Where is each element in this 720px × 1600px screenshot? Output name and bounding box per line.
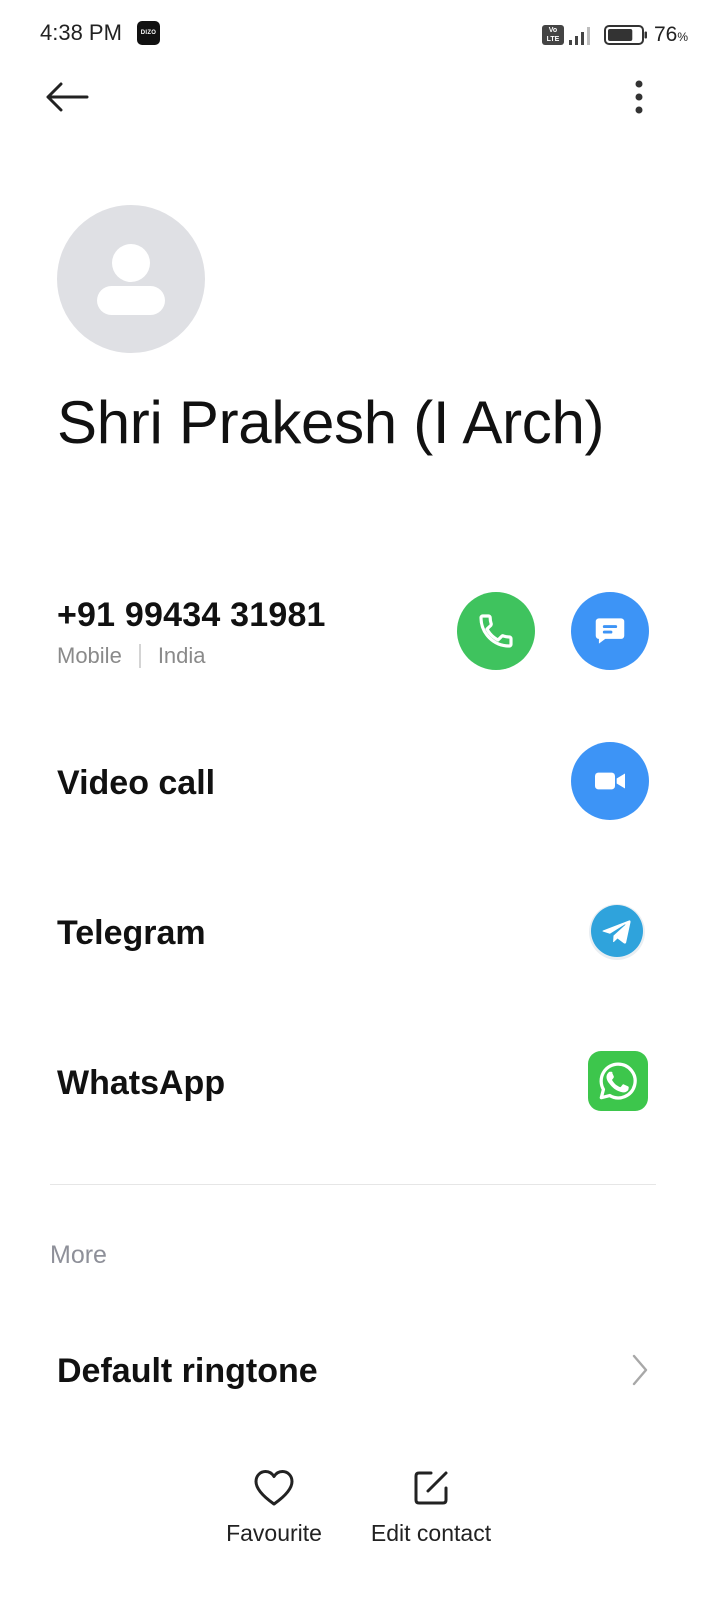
favourite-button[interactable]: Favourite [212,1466,336,1547]
signal-icon [568,27,590,45]
telegram-icon[interactable] [588,902,646,960]
whatsapp-button[interactable] [588,1051,648,1111]
phone-number[interactable]: +91 99434 31981 [57,596,326,635]
person-placeholder-icon [97,244,165,315]
default-ringtone-label[interactable]: Default ringtone [57,1352,318,1391]
phone-icon [479,614,513,648]
section-divider [50,1184,656,1185]
contact-avatar [57,205,205,353]
heart-icon [254,1470,294,1506]
favourite-label: Favourite [226,1520,322,1546]
back-button[interactable] [40,74,94,120]
whatsapp-label[interactable]: WhatsApp [57,1064,225,1103]
message-icon [595,618,625,644]
contact-name: Shri Prakesh (I Arch) [57,389,605,456]
dizo-app-icon: DIZO [137,21,160,45]
video-call-label[interactable]: Video call [57,764,215,803]
chevron-right-icon[interactable] [626,1352,654,1388]
arrow-left-icon [46,82,89,112]
more-section-header: More [50,1241,107,1269]
status-time: 4:38 PM [40,20,122,45]
more-vertical-icon [635,80,643,114]
status-indicators: Vo LTE 76% [541,22,688,48]
battery-percent: 76% [653,23,688,46]
phone-meta: Mobile India [57,643,206,669]
phone-type: Mobile [57,643,122,668]
whatsapp-icon [599,1062,637,1100]
edit-contact-button[interactable]: Edit contact [358,1466,504,1547]
video-camera-icon [595,772,625,790]
volte-icon: Vo LTE [541,25,564,45]
status-bar: 4:38 PM DIZO Vo LTE 76% [0,0,720,68]
edit-icon [414,1471,448,1505]
battery-icon [603,25,647,45]
edit-contact-label: Edit contact [370,1520,492,1546]
more-options-button[interactable] [616,74,662,120]
call-button[interactable] [457,592,535,670]
video-call-button[interactable] [571,742,649,820]
meta-separator [138,644,141,668]
message-button[interactable] [571,592,649,670]
telegram-label[interactable]: Telegram [57,914,206,953]
phone-region: India [157,643,206,668]
